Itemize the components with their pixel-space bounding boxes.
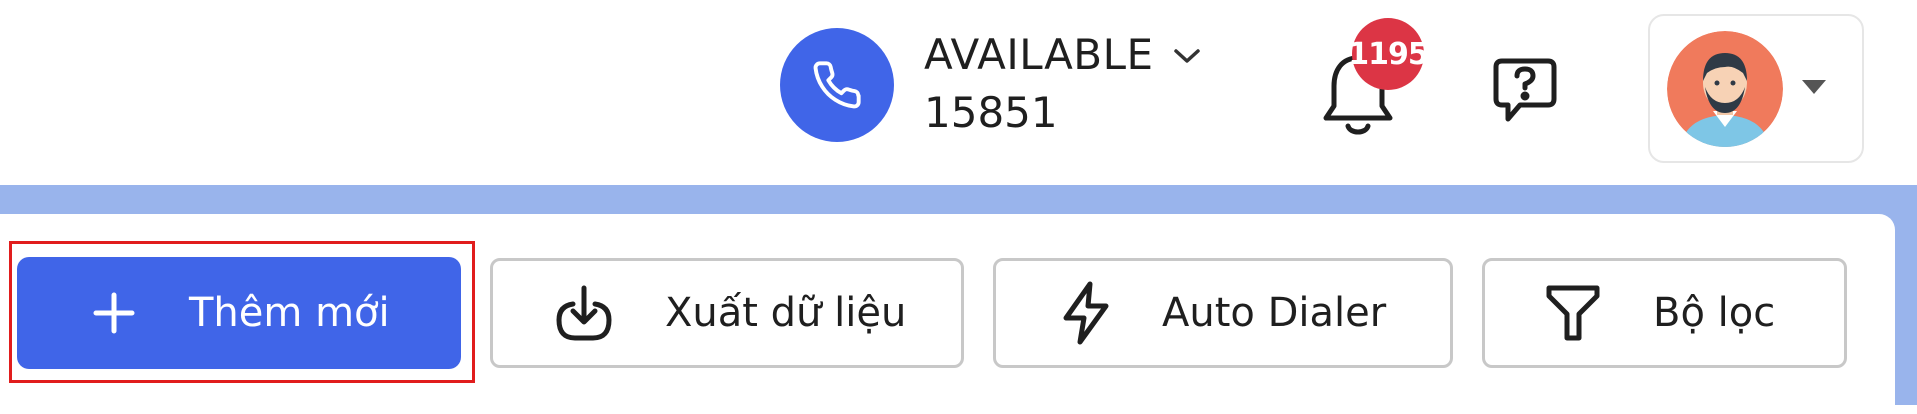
help-chat-icon[interactable] xyxy=(1490,55,1560,131)
filter-label: Bộ lọc xyxy=(1653,290,1776,336)
agent-status[interactable]: AVAILABLE 15851 xyxy=(780,28,1224,142)
notification-badge: 1195 xyxy=(1348,18,1429,90)
download-icon xyxy=(553,282,615,344)
plus-icon xyxy=(89,291,139,335)
filter-icon xyxy=(1545,282,1601,344)
caret-down-icon[interactable] xyxy=(1801,79,1827,99)
lightning-icon xyxy=(1058,280,1114,346)
extension-number: 15851 xyxy=(924,88,1058,137)
profile-menu[interactable] xyxy=(1648,14,1864,163)
auto-dialer-label: Auto Dialer xyxy=(1162,290,1387,336)
export-data-button[interactable]: Xuất dữ liệu xyxy=(490,258,964,368)
filter-button[interactable]: Bộ lọc xyxy=(1482,258,1847,368)
chevron-down-icon[interactable] xyxy=(1172,46,1202,70)
phone-icon[interactable] xyxy=(780,28,894,142)
status-text-block[interactable]: AVAILABLE 15851 xyxy=(924,28,1224,142)
status-label: AVAILABLE xyxy=(924,30,1154,79)
user-avatar[interactable] xyxy=(1667,30,1783,147)
add-new-label: Thêm mới xyxy=(189,290,390,336)
status-dropdown[interactable]: AVAILABLE xyxy=(924,30,1202,79)
add-new-button[interactable]: Thêm mới xyxy=(17,257,461,369)
auto-dialer-button[interactable]: Auto Dialer xyxy=(993,258,1453,368)
notifications-button[interactable]: 1195 xyxy=(1310,18,1429,140)
top-bar: AVAILABLE 15851 1195 xyxy=(0,0,1917,185)
export-data-label: Xuất dữ liệu xyxy=(665,290,907,336)
